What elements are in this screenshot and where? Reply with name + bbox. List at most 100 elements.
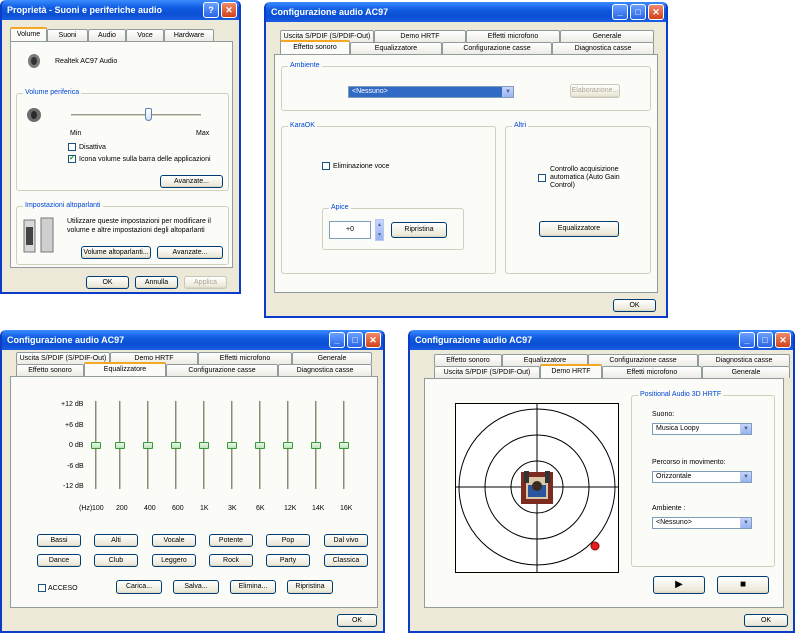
tab-speaker-diagnostics[interactable]: Diagnostica casse: [698, 354, 790, 366]
cancel-button[interactable]: Annulla: [135, 276, 178, 289]
minimize-button[interactable]: _: [739, 332, 755, 348]
eq-frequency-label: 200: [116, 505, 128, 512]
path-dropdown[interactable]: Orizzontale ▼: [652, 471, 752, 483]
minimize-button[interactable]: _: [612, 4, 628, 20]
tab-demo-hrtf[interactable]: Demo HRTF: [540, 364, 602, 378]
tab-voice[interactable]: Voce: [126, 29, 164, 41]
close-button[interactable]: ✕: [221, 2, 237, 18]
pitch-spinner[interactable]: ▲ ▼: [375, 219, 384, 241]
tab-volume[interactable]: Volume: [10, 27, 47, 41]
tab-hardware[interactable]: Hardware: [164, 29, 214, 41]
eq-slider-thumb[interactable]: [283, 442, 293, 449]
chevron-down-icon[interactable]: ▼: [740, 518, 751, 528]
maximize-button[interactable]: □: [347, 332, 363, 348]
tab-sounds[interactable]: Suoni: [47, 29, 88, 41]
eq-slider-thumb[interactable]: [171, 442, 181, 449]
delete-button[interactable]: Elimina...: [230, 580, 276, 594]
maximize-button[interactable]: □: [630, 4, 646, 20]
tab-general[interactable]: Generale: [560, 30, 654, 42]
ok-button[interactable]: OK: [337, 614, 377, 627]
close-button[interactable]: ✕: [775, 332, 791, 348]
environment-dropdown[interactable]: <Nessuno> ▼: [652, 517, 752, 529]
tab-speaker-config[interactable]: Configurazione casse: [166, 364, 278, 376]
close-button[interactable]: ✕: [365, 332, 381, 348]
advanced-volume-button[interactable]: Avanzate...: [160, 175, 223, 188]
tab-speaker-diagnostics[interactable]: Diagnostica casse: [278, 364, 372, 376]
tab-equalizer[interactable]: Equalizzatore: [84, 362, 166, 376]
tab-demo-hrtf[interactable]: Demo HRTF: [374, 30, 466, 42]
tab-general[interactable]: Generale: [292, 352, 372, 364]
eq-slider-thumb[interactable]: [255, 442, 265, 449]
preset-button[interactable]: Dal vivo: [324, 534, 368, 547]
pitch-field[interactable]: +0: [329, 221, 371, 239]
tab-speaker-diagnostics[interactable]: Diagnostica casse: [552, 42, 654, 54]
speakers-icon: [23, 217, 54, 253]
apply-button[interactable]: Applica: [184, 276, 227, 289]
equalizer-button[interactable]: Equalizzatore: [539, 221, 619, 237]
eq-frequency-label: 12K: [284, 505, 297, 512]
chevron-down-icon[interactable]: ▼: [740, 472, 751, 482]
tab-sound-effect[interactable]: Effetto sonoro: [280, 40, 350, 54]
environment-dropdown[interactable]: <Nessuno> ▼: [348, 86, 514, 98]
mute-checkbox[interactable]: [68, 143, 76, 151]
volume-slider-thumb[interactable]: [144, 108, 152, 121]
speaker-advanced-button[interactable]: Avanzate...: [157, 246, 223, 259]
speaker-volume-button[interactable]: Volume altoparlanti...: [81, 246, 151, 259]
preset-button[interactable]: Vocale: [152, 534, 196, 547]
eq-slider-thumb[interactable]: [311, 442, 321, 449]
tab-mic-effects[interactable]: Effetti microfono: [198, 352, 292, 364]
tab-speaker-config[interactable]: Configurazione casse: [588, 354, 698, 366]
help-button[interactable]: ?: [203, 2, 219, 18]
voice-cancel-checkbox[interactable]: [322, 162, 330, 170]
chevron-down-icon[interactable]: ▼: [740, 424, 751, 434]
preset-button[interactable]: Club: [94, 554, 138, 567]
agc-checkbox[interactable]: [538, 174, 546, 182]
ok-button[interactable]: OK: [86, 276, 129, 289]
eq-frequency-label: 1K: [200, 505, 209, 512]
preset-button[interactable]: Leggero: [152, 554, 196, 567]
eq-slider-thumb[interactable]: [339, 442, 349, 449]
eq-slider-thumb[interactable]: [91, 442, 101, 449]
tab-mic-effects[interactable]: Effetti microfono: [466, 30, 560, 42]
save-button[interactable]: Salva...: [173, 580, 219, 594]
chevron-down-icon[interactable]: ▼: [502, 87, 513, 97]
pitch-reset-button[interactable]: Ripristina: [391, 222, 447, 238]
eq-slider-thumb[interactable]: [143, 442, 153, 449]
eq-slider-thumb[interactable]: [227, 442, 237, 449]
maximize-button[interactable]: □: [757, 332, 773, 348]
edit-button[interactable]: Elaborazione...: [570, 84, 620, 98]
positional-audio-group: Positional Audio 3D HRTF Suono: Musica L…: [631, 391, 775, 567]
sound-source-dot[interactable]: [590, 541, 600, 551]
preset-button[interactable]: Party: [266, 554, 310, 567]
stop-button[interactable]: ■: [717, 576, 769, 594]
preset-button[interactable]: Alti: [94, 534, 138, 547]
volume-slider[interactable]: [71, 106, 201, 130]
tab-sound-effect[interactable]: Effetto sonoro: [16, 364, 84, 376]
close-button[interactable]: ✕: [648, 4, 664, 20]
load-button[interactable]: Carica...: [116, 580, 162, 594]
tab-equalizer[interactable]: Equalizzatore: [350, 42, 442, 54]
tab-audio[interactable]: Audio: [88, 29, 126, 41]
preset-button[interactable]: Bassi: [37, 534, 81, 547]
positional-audio-map[interactable]: [455, 403, 619, 573]
tab-speaker-config[interactable]: Configurazione casse: [442, 42, 552, 54]
tab-spdif-out[interactable]: Uscita S/PDIF (S/PDIF-Out): [434, 366, 540, 378]
eq-slider-thumb[interactable]: [199, 442, 209, 449]
preset-button[interactable]: Dance: [37, 554, 81, 567]
restore-button[interactable]: Ripristina: [287, 580, 333, 594]
play-button[interactable]: ▶: [653, 576, 705, 594]
tab-general[interactable]: Generale: [702, 366, 790, 378]
preset-button[interactable]: Pop: [266, 534, 310, 547]
ok-button[interactable]: OK: [613, 299, 656, 312]
eq-slider-thumb[interactable]: [115, 442, 125, 449]
eq-on-checkbox[interactable]: [38, 584, 46, 592]
show-icon-checkbox[interactable]: ✔: [68, 155, 76, 163]
minimize-button[interactable]: _: [329, 332, 345, 348]
ok-button[interactable]: OK: [744, 614, 788, 627]
preset-button[interactable]: Rock: [209, 554, 253, 567]
tab-sound-effect[interactable]: Effetto sonoro: [434, 354, 502, 366]
tab-mic-effects[interactable]: Effetti microfono: [602, 366, 702, 378]
sound-dropdown[interactable]: Musica Loopy ▼: [652, 423, 752, 435]
preset-button[interactable]: Classica: [324, 554, 368, 567]
preset-button[interactable]: Potente: [209, 534, 253, 547]
